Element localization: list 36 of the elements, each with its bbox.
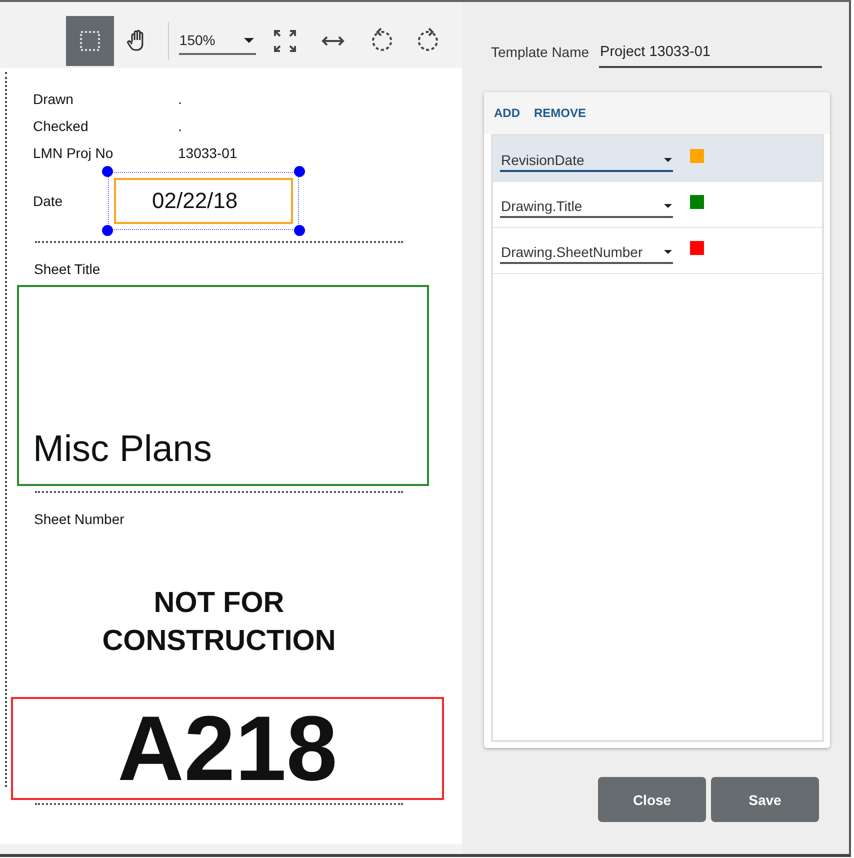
section-label: Sheet Title — [33, 261, 102, 279]
caret-icon — [664, 250, 672, 254]
field-label: Template Name — [491, 44, 590, 62]
resize-handle[interactable] — [102, 225, 113, 236]
date-region[interactable]: 02/22/18 — [114, 178, 293, 224]
add-button[interactable]: ADD — [493, 104, 521, 122]
field-value: . — [178, 90, 183, 109]
resize-handle[interactable] — [294, 166, 305, 177]
caret-icon — [244, 38, 254, 42]
field-dropdown[interactable]: Drawing.SheetNumber — [500, 244, 673, 264]
save-button[interactable]: Save — [711, 777, 819, 822]
field-label: LMN Proj No — [33, 144, 114, 163]
mapping-row[interactable]: Drawing.Title — [493, 182, 822, 228]
selection-frame[interactable]: 02/22/18 — [108, 172, 299, 230]
field-label: Checked — [33, 117, 90, 136]
field-dropdown[interactable]: Drawing.Title — [500, 198, 673, 218]
resize-handle[interactable] — [294, 225, 305, 236]
template-name-field[interactable]: Project 13033-01 — [599, 40, 822, 68]
mapping-row[interactable]: Drawing.SheetNumber — [493, 228, 822, 274]
select-tool-button[interactable] — [66, 16, 114, 66]
mapping-row[interactable]: RevisionDate — [493, 136, 822, 182]
field-label: Drawn — [33, 90, 74, 109]
caret-icon — [664, 158, 672, 162]
field-value: 13033-01 — [178, 144, 238, 163]
stamp-text: NOT FOR CONSTRUCTION — [101, 586, 337, 659]
caret-icon — [664, 204, 672, 208]
field-dropdown[interactable]: RevisionDate — [500, 152, 673, 172]
close-button[interactable]: Close — [598, 777, 706, 822]
title-region[interactable]: Misc Plans — [17, 285, 429, 486]
field-value: . — [178, 117, 183, 136]
field-label: Date — [32, 193, 64, 209]
section-label: Sheet Number — [33, 511, 126, 529]
remove-button[interactable]: REMOVE — [533, 104, 588, 122]
zoom-dropdown[interactable]: 150% — [179, 27, 256, 55]
resize-handle[interactable] — [102, 166, 113, 177]
number-region[interactable]: A218 — [11, 697, 444, 800]
